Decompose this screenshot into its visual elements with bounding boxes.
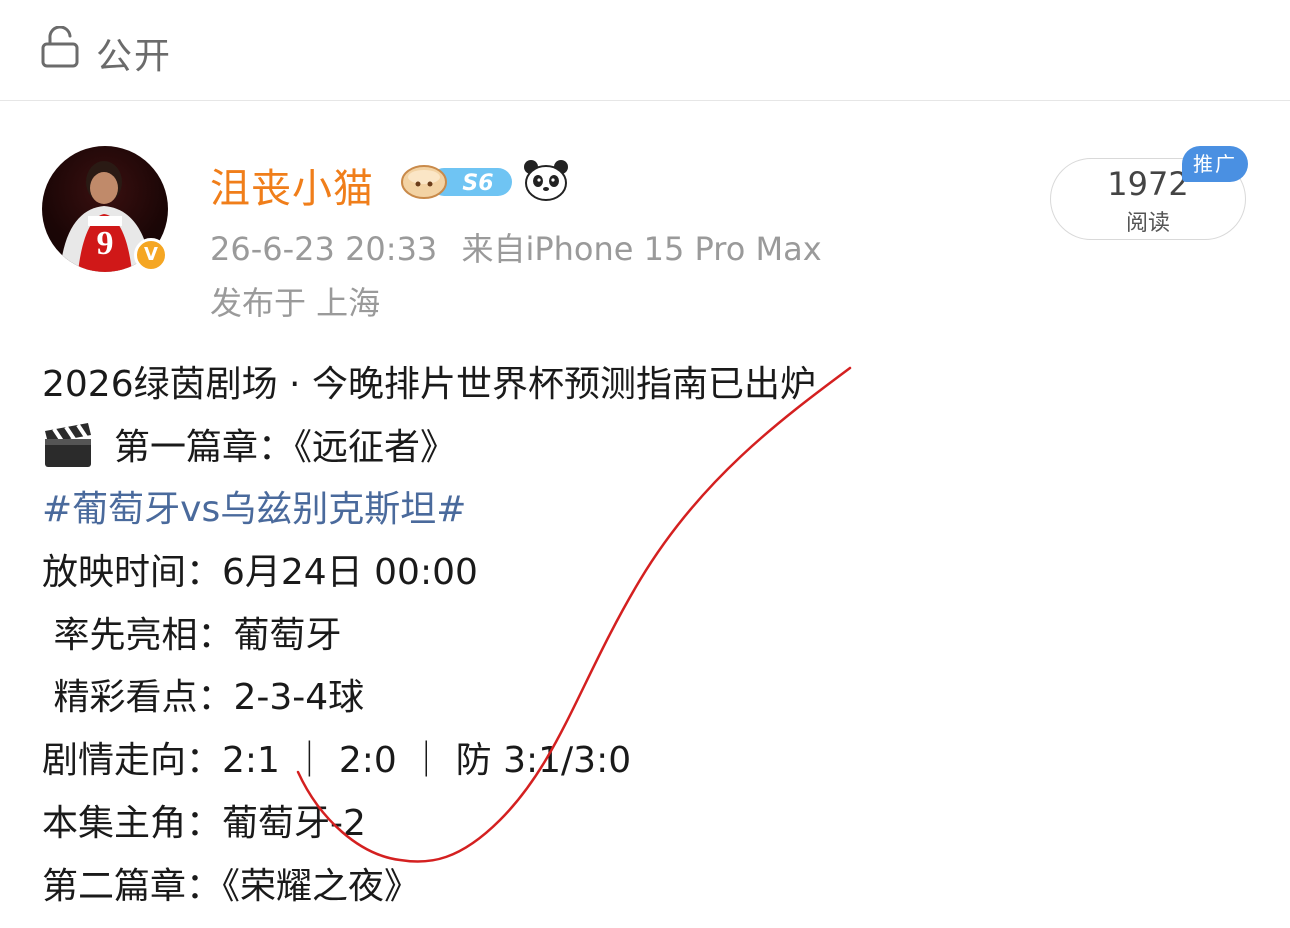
level-badge-text: S6: [462, 171, 493, 196]
post-line-highlight: 精彩看点：2-3-4球: [42, 677, 365, 719]
username[interactable]: 沮丧小猫: [210, 156, 374, 214]
read-label: 阅读: [1125, 211, 1170, 236]
post-line-chapter-two: 第二篇章：《荣耀之夜》: [42, 865, 421, 907]
visibility-label: 公开: [96, 36, 173, 77]
hashtag-link[interactable]: #葡萄牙vs乌兹别克斯坦#: [42, 483, 1242, 546]
post-source: 来自iPhone 15 Pro Max: [461, 230, 822, 268]
post-location: 发布于 上海: [210, 284, 381, 322]
post-line-showtime: 放映时间：6月24日 00:00: [42, 552, 478, 594]
post-line-lead: 本集主角：葡萄牙-2: [42, 802, 366, 844]
post-body: 2026绿茵剧场 · 今晚排片世界杯预测指南已出炉 第一篇章：《远征者》 #葡萄…: [42, 358, 1242, 922]
post-timestamp: 26-6-23 20:33: [210, 230, 438, 268]
svg-text:9: 9: [97, 225, 114, 262]
chapter-one-text: 第一篇章：《远征者》: [114, 426, 457, 468]
post-line-title: 2026绿茵剧场 · 今晚排片世界杯预测指南已出炉: [42, 364, 816, 405]
visibility-bar[interactable]: 公开: [0, 0, 1290, 101]
clapper-board-icon: [45, 422, 91, 467]
post-meta: 26-6-23 20:33 来自iPhone 15 Pro Max: [210, 224, 836, 270]
promo-tag[interactable]: 推广: [1182, 146, 1248, 182]
post-line-plot: 剧情走向：2:1 ｜ 2:0 ｜ 防 3:1/3:0: [42, 740, 632, 782]
panda-icon: [524, 160, 568, 201]
post-line-first-look: 率先亮相：葡萄牙: [42, 614, 342, 656]
verified-badge-icon: V: [134, 238, 168, 272]
post-line-chapter-one: 第一篇章：《远征者》: [42, 421, 1242, 484]
level-badge-icon[interactable]: S6: [400, 160, 516, 200]
lock-icon: [41, 26, 79, 68]
